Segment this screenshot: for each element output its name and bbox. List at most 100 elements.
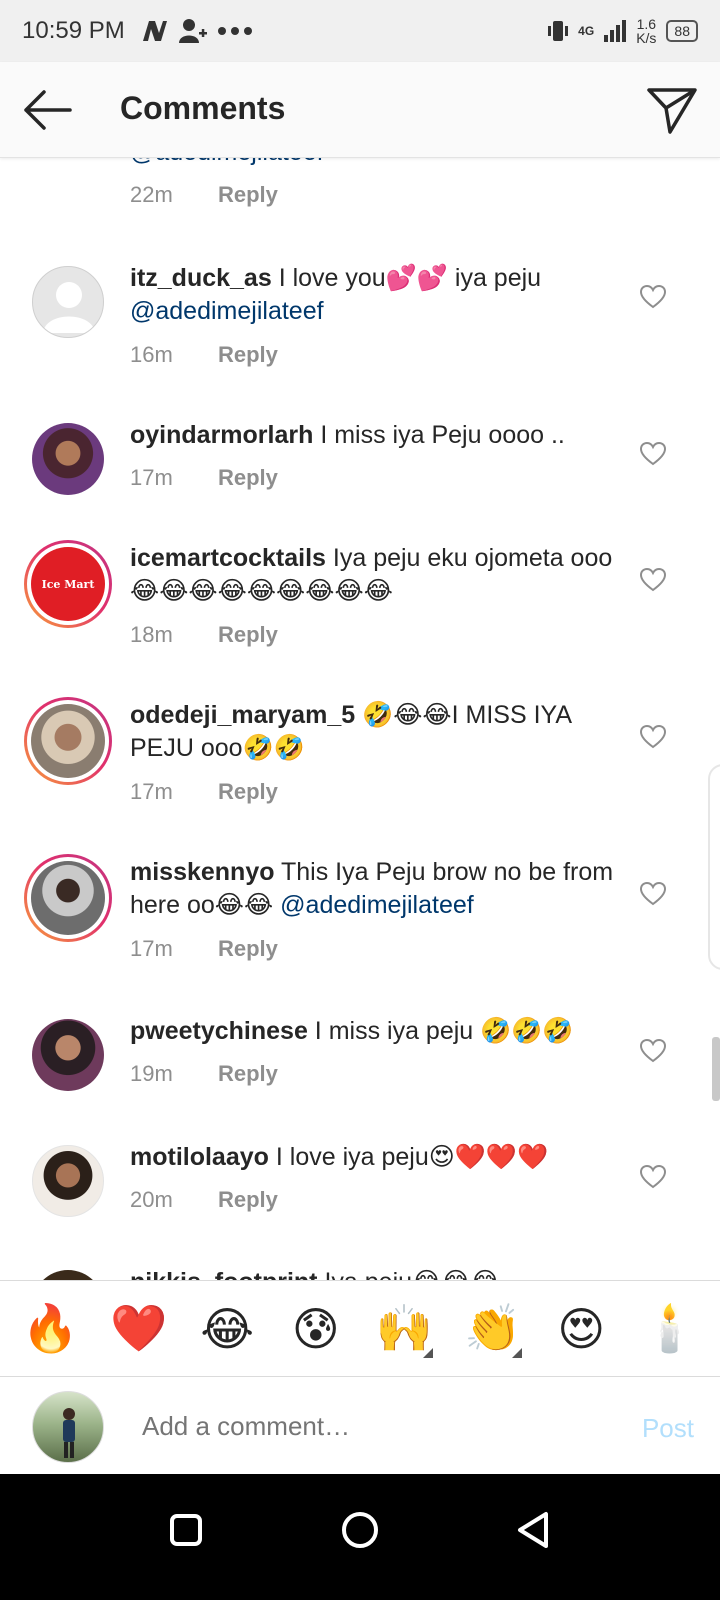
comment-username[interactable]: icemartcocktails (130, 544, 326, 572)
comment-time: 17m (130, 465, 173, 490)
partial-mention[interactable]: @adedimejilateef (130, 158, 324, 167)
reply-button[interactable]: Reply (218, 936, 278, 962)
home-circle-icon[interactable] (330, 1500, 390, 1560)
like-heart-icon[interactable] (640, 725, 666, 749)
avatar[interactable] (32, 266, 104, 338)
side-handle[interactable] (708, 764, 720, 970)
candle-emoji-button[interactable]: 🕯️ (635, 1294, 705, 1364)
clap-emoji-button[interactable]: 👏 (458, 1294, 528, 1364)
reply-button[interactable]: Reply (218, 622, 278, 648)
status-time: 10:59 PM (22, 17, 125, 44)
comment-username[interactable]: misskennyo (130, 858, 275, 886)
top-bar: Comments (0, 62, 720, 158)
anxious-emoji-button[interactable]: 😰 (281, 1294, 351, 1364)
comment-time: 22m (130, 182, 173, 207)
status-bar: 10:59 PM 4G 1.6 K/s 88 (0, 0, 720, 62)
comment-text: itz_duck_as I love you💕💕 iya peju @adedi… (130, 262, 620, 328)
comment-mention[interactable]: @adedimejilateef (280, 891, 474, 919)
fire-emoji-button[interactable]: 🔥 (15, 1294, 85, 1364)
like-heart-icon[interactable] (640, 882, 666, 906)
network-label: 4G (578, 24, 595, 38)
like-heart-icon[interactable] (640, 1039, 666, 1063)
my-avatar (32, 1391, 104, 1463)
signal-icon (604, 20, 627, 42)
add-comment-input[interactable] (142, 1411, 582, 1442)
comment-text: oyindarmorlarh I miss iya Peju oooo .. (130, 419, 620, 452)
comment-time: 20m (130, 1187, 173, 1212)
reply-button[interactable]: Reply (218, 1187, 278, 1213)
recents-square-icon[interactable] (156, 1500, 216, 1560)
avatar: Ice Mart (31, 547, 105, 621)
comment-meta: 17m Reply (130, 465, 278, 491)
reply-button[interactable]: Reply (218, 465, 278, 491)
back-arrow-icon[interactable] (22, 88, 72, 132)
like-heart-icon[interactable] (640, 285, 666, 309)
more-dots-icon (217, 27, 252, 35)
skin-tone-corner-icon (511, 1347, 522, 1358)
comment-body: I love you💕💕 iya peju (271, 264, 542, 292)
comment-username[interactable]: odedeji_maryam_5 (130, 701, 355, 729)
emoji-bar: 🔥 ❤️ 😂 😰 🙌 👏 😍 🕯️ (0, 1280, 720, 1376)
story-ring-avatar[interactable] (24, 854, 112, 942)
avatar-frame: Ice Mart (27, 543, 109, 625)
comment-time: 19m (130, 1061, 173, 1086)
avatar-frame (27, 857, 109, 939)
comment-username[interactable]: itz_duck_as (130, 264, 272, 292)
heart-eyes-emoji-button[interactable]: 😍 (546, 1294, 616, 1364)
comment-meta: 18m Reply (130, 622, 278, 648)
page-title: Comments (120, 90, 286, 126)
comment-text: icemartcocktails Iya peju eku ojometa oo… (130, 542, 620, 608)
avatar[interactable] (32, 1019, 104, 1091)
data-speed: 1.6 K/s (636, 17, 656, 45)
comment-meta: 19m Reply (130, 1061, 278, 1087)
default-avatar-icon (43, 282, 95, 333)
comment-text: pweetychinese I miss iya peju 🤣🤣🤣 (130, 1015, 620, 1048)
status-system-icons: 4G 1.6 K/s 88 (548, 17, 698, 45)
reply-button[interactable]: Reply (218, 779, 278, 805)
post-button[interactable]: Post (642, 1413, 694, 1444)
direct-send-icon[interactable] (646, 84, 698, 136)
back-triangle-icon[interactable] (504, 1500, 564, 1560)
comment-body: I miss iya Peju oooo .. (313, 421, 565, 449)
like-heart-icon[interactable] (640, 1165, 666, 1189)
skin-tone-corner-icon (423, 1347, 434, 1358)
reply-button[interactable]: Reply (218, 182, 278, 208)
raised-hands-emoji-button[interactable]: 🙌 (369, 1294, 439, 1364)
comment-meta: 17m Reply (130, 936, 278, 962)
avatar[interactable] (32, 423, 104, 495)
comment-time: 17m (130, 936, 173, 961)
comment-meta: 17m Reply (130, 779, 278, 805)
avatar (31, 704, 105, 778)
avatar (31, 861, 105, 935)
comments-list[interactable]: @adedimejilateef 22m Reply itz_duck_as I… (0, 158, 720, 1306)
comment-meta: 20m Reply (130, 1187, 278, 1213)
comment-text: motilolaayo I love iya peju😍❤️❤️❤️ (130, 1141, 620, 1174)
like-heart-icon[interactable] (640, 568, 666, 592)
comment-username[interactable]: oyindarmorlarh (130, 421, 313, 449)
person-silhouette-icon (63, 1408, 75, 1458)
comment-mention[interactable]: @adedimejilateef (130, 297, 324, 325)
reply-button[interactable]: Reply (218, 342, 278, 368)
comment-text: misskennyo This Iya Peju brow no be from… (130, 856, 620, 922)
heart-emoji-button[interactable]: ❤️ (104, 1294, 174, 1364)
comment-text: odedeji_maryam_5 🤣😂😂I MISS IYA PEJU ooo🤣… (130, 699, 620, 765)
vibrate-icon (548, 21, 569, 41)
comment-username[interactable]: pweetychinese (130, 1017, 308, 1045)
screen: 10:59 PM 4G 1.6K/s 88 Comments @adedimej… (0, 0, 720, 1600)
battery-icon: 88 (666, 20, 698, 42)
comment-meta: 16m Reply (130, 342, 278, 368)
reply-button[interactable]: Reply (218, 1061, 278, 1087)
scrollbar[interactable] (712, 1037, 720, 1101)
avatar-frame (27, 700, 109, 782)
comment-username[interactable]: motilolaayo (130, 1143, 269, 1171)
like-heart-icon[interactable] (640, 442, 666, 466)
comment-time: 17m (130, 779, 173, 804)
n-logo-icon (142, 21, 167, 41)
add-person-icon (178, 19, 207, 43)
story-ring-avatar[interactable] (24, 697, 112, 785)
story-ring-avatar[interactable]: Ice Mart (24, 540, 112, 628)
avatar[interactable] (32, 1145, 104, 1217)
laughing-emoji-button[interactable]: 😂 (192, 1294, 262, 1364)
comment-time: 16m (130, 342, 173, 367)
comment-body: I miss iya peju 🤣🤣🤣 (307, 1017, 574, 1045)
